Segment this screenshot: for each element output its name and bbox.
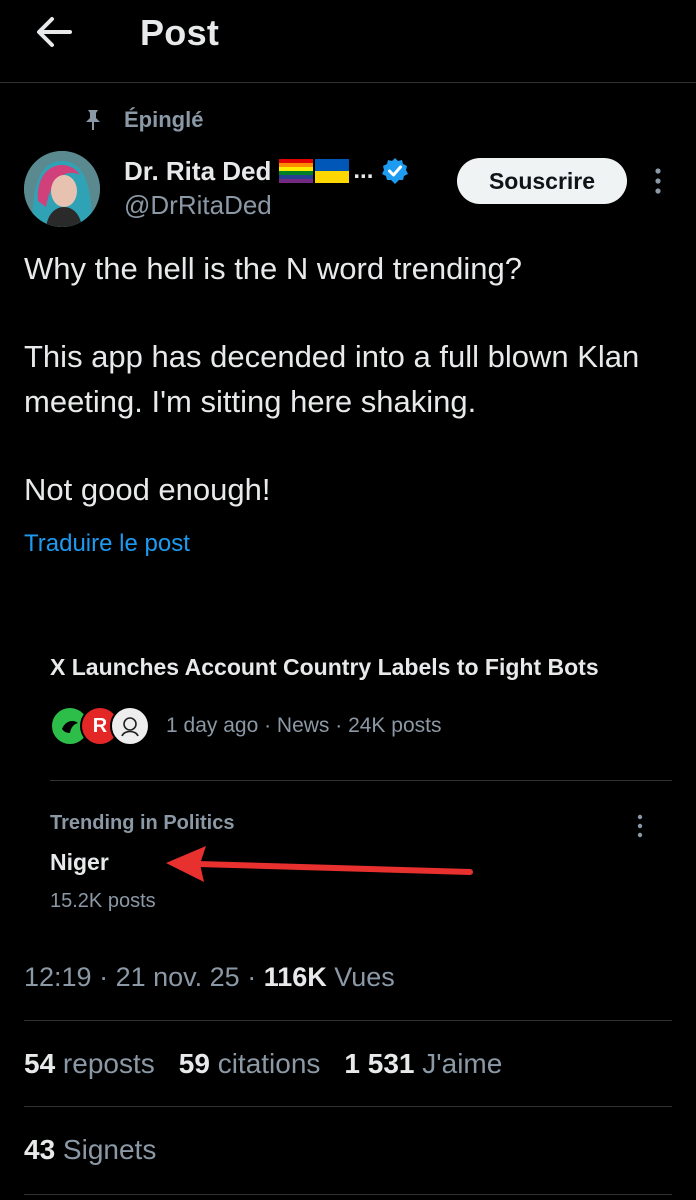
post-paragraph: Why the hell is the N word trending?	[24, 251, 522, 286]
pinned-indicator: Épinglé	[84, 105, 203, 135]
likes-label: J'aime	[414, 1048, 503, 1079]
quotes-label: citations	[209, 1048, 321, 1079]
likes-count: 1 531	[344, 1048, 415, 1079]
separator: ·	[91, 962, 116, 992]
author-display-name: Dr. Rita Ded	[124, 155, 272, 186]
pinned-label: Épinglé	[124, 107, 204, 132]
divider	[24, 1020, 672, 1021]
red-arrow-annotation-icon	[166, 846, 473, 882]
trend-category: Trending in Politics	[50, 812, 235, 834]
more-vertical-icon	[655, 168, 661, 194]
reposts-label: reposts	[55, 1048, 155, 1079]
post-paragraph: This app has decended into a full blown …	[24, 339, 640, 419]
divider	[24, 1194, 672, 1195]
post-date: 21 nov. 25	[115, 962, 240, 992]
trend-more-button[interactable]	[630, 812, 650, 840]
pin-icon	[86, 110, 100, 130]
translate-post-link[interactable]: Traduire le post	[24, 530, 190, 558]
bookmarks-label: Signets	[55, 1134, 157, 1165]
engagement-stats: 54 reposts 59 citations 1 531 J'aime	[24, 1048, 526, 1080]
views-label: Vues	[326, 962, 395, 992]
reposts-count: 54	[24, 1048, 56, 1079]
source-avatar-icon	[110, 706, 150, 746]
ukraine-flag-icon	[315, 159, 350, 183]
news-title[interactable]: X Launches Account Country Labels to Fig…	[50, 654, 599, 681]
avatar-image	[24, 151, 100, 227]
likes-stat[interactable]: 1 531 J'aime	[344, 1048, 502, 1080]
separator: ·	[239, 962, 264, 992]
page-title: Post	[140, 12, 220, 53]
author-name-row[interactable]: Dr. Rita Ded ...	[124, 153, 409, 189]
post-timestamp-row: 12:19 · 21 nov. 25 · 116K Vues	[24, 962, 395, 993]
name-truncation: ...	[353, 157, 374, 184]
divider	[50, 780, 672, 781]
quotes-count: 59	[178, 1048, 210, 1079]
bookmarks-stat[interactable]: 43 Signets	[24, 1134, 156, 1166]
post-paragraph: Not good enough!	[24, 472, 271, 507]
avatar[interactable]	[24, 151, 100, 227]
trend-name[interactable]: Niger	[50, 849, 109, 876]
post-body: Why the hell is the N word trending? Thi…	[24, 246, 674, 512]
post-time: 12:19	[24, 962, 92, 992]
trend-post-count: 15.2K posts	[50, 890, 156, 912]
rainbow-flag-icon	[279, 159, 314, 183]
more-vertical-icon	[637, 814, 643, 838]
subscribe-button[interactable]: Souscrire	[457, 158, 627, 204]
post-more-button[interactable]	[648, 166, 668, 196]
arrow-left-icon	[37, 17, 72, 47]
divider	[24, 1106, 672, 1107]
reposts-stat[interactable]: 54 reposts	[24, 1048, 155, 1080]
news-meta-text: 1 day ago · News · 24K posts	[166, 714, 442, 737]
quotes-stat[interactable]: 59 citations	[179, 1048, 321, 1080]
news-meta-row[interactable]: R 1 day ago · News · 24K posts	[50, 706, 441, 746]
author-flags	[279, 159, 351, 183]
views-count: 116K	[263, 962, 327, 992]
verified-badge-icon	[382, 158, 409, 184]
author-handle[interactable]: @DrRitaDed	[124, 190, 272, 221]
back-button[interactable]	[34, 14, 74, 50]
bookmarks-count: 43	[24, 1134, 56, 1165]
top-bar: Post	[0, 0, 696, 83]
